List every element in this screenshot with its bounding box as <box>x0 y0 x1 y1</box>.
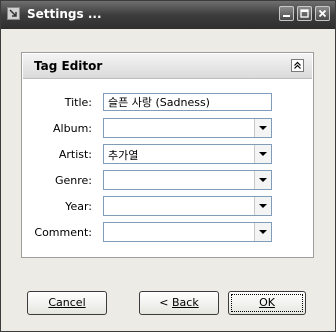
chevron-down-icon[interactable] <box>254 223 271 241</box>
title-bar[interactable]: Settings ... <box>1 1 335 29</box>
panel-title: Tag Editor <box>34 59 103 73</box>
chevron-down-icon[interactable] <box>254 171 271 189</box>
chevron-down-icon[interactable] <box>254 145 271 163</box>
tag-editor-panel: Tag Editor Title: Album: Artist: 추가열 Gen… <box>21 52 314 258</box>
maximize-icon[interactable] <box>297 6 312 21</box>
genre-label: Genre: <box>54 174 92 187</box>
artist-value: 추가열 <box>108 149 139 162</box>
window-title: Settings ... <box>27 7 102 21</box>
close-icon[interactable] <box>315 6 330 21</box>
title-field[interactable] <box>103 93 272 111</box>
ok-button-label: OK <box>259 296 275 309</box>
settings-window: Settings ... Tag Editor Title: Album: Ar… <box>0 0 336 332</box>
genre-combo[interactable] <box>103 170 272 190</box>
collapse-up-icon[interactable] <box>291 59 304 72</box>
panel-header: Tag Editor <box>23 54 312 79</box>
album-label: Album: <box>53 122 92 135</box>
comment-combo[interactable] <box>103 222 272 242</box>
minimize-icon[interactable] <box>279 6 294 21</box>
artist-combo[interactable]: 추가열 <box>103 144 272 164</box>
chevron-down-icon[interactable] <box>254 197 271 215</box>
comment-label: Comment: <box>34 226 92 239</box>
artist-label: Artist: <box>58 148 92 161</box>
back-button-label: Back <box>172 296 199 309</box>
year-combo[interactable] <box>103 196 272 216</box>
cancel-button-label: Cancel <box>48 296 86 309</box>
chevron-down-icon[interactable] <box>254 119 271 137</box>
back-button[interactable]: < Back <box>139 291 219 315</box>
ok-button[interactable]: OK <box>228 291 306 315</box>
app-icon[interactable] <box>7 7 20 20</box>
year-label: Year: <box>65 200 92 213</box>
back-button-prefix: < <box>159 296 172 309</box>
title-label: Title: <box>64 96 92 109</box>
cancel-button[interactable]: Cancel <box>27 291 107 315</box>
album-combo[interactable] <box>103 118 272 138</box>
